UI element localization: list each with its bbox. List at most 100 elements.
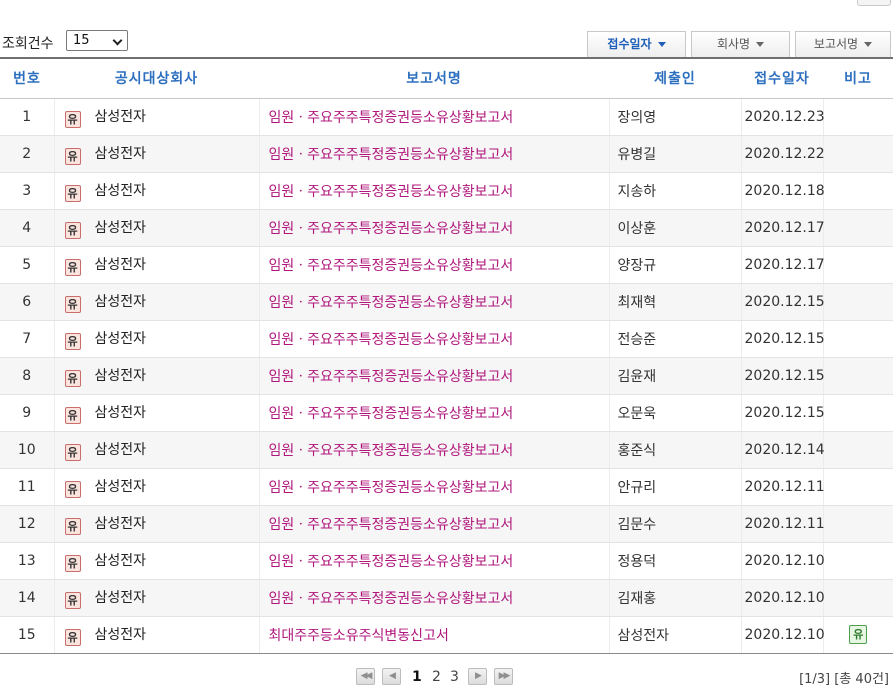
report-link[interactable]: 임원ㆍ주요주주특정증권등소유상황보고서 <box>269 147 514 163</box>
report-link[interactable]: 임원ㆍ주요주주특정증권등소유상황보고서 <box>269 517 514 533</box>
company-name[interactable]: 삼성전자 <box>95 442 147 458</box>
date-cell: 2020.12.15 <box>740 394 825 432</box>
company-name[interactable]: 삼성전자 <box>95 553 147 569</box>
note-cell <box>822 505 893 543</box>
company-name[interactable]: 삼성전자 <box>95 257 147 273</box>
date-cell: 2020.12.11 <box>740 468 825 506</box>
company-cell: 유 삼성전자 <box>53 357 259 395</box>
company-name[interactable]: 삼성전자 <box>95 146 147 162</box>
date-cell: 2020.12.18 <box>740 172 825 210</box>
next-page-icon[interactable]: ▶ <box>468 668 487 685</box>
table-row: 12 유 삼성전자 임원ㆍ주요주주특정증권등소유상황보고서 김문수 2020.12.11 <box>0 505 893 543</box>
company-name[interactable]: 삼성전자 <box>95 516 147 532</box>
report-link[interactable]: 임원ㆍ주요주주특정증권등소유상황보고서 <box>269 369 514 385</box>
company-cell: 유 삼성전자 <box>53 579 259 617</box>
header-number: 번호 <box>0 57 54 99</box>
date-cell: 2020.12.10 <box>740 616 825 654</box>
report-link[interactable]: 최대주주등소유주식변동신고서 <box>269 628 449 644</box>
company-name[interactable]: 삼성전자 <box>95 405 147 421</box>
report-link[interactable]: 임원ㆍ주요주주특정증권등소유상황보고서 <box>269 184 514 200</box>
table-row: 9 유 삼성전자 임원ㆍ주요주주특정증권등소유상황보고서 오문욱 2020.12.15 <box>0 394 893 432</box>
sort-by-report-label: 보고서명 <box>813 37 859 51</box>
table-row: 15 유 삼성전자 최대주주등소유주식변동신고서 삼성전자 2020.12.10 유 <box>0 616 893 654</box>
submitter-cell: 장의영 <box>608 98 741 136</box>
company-cell: 유 삼성전자 <box>53 431 259 469</box>
sort-by-report-button[interactable]: 보고서명 <box>795 31 891 57</box>
count-select-value: 15 <box>73 33 90 48</box>
market-badge-icon: 유 <box>64 295 81 313</box>
date-cell: 2020.12.15 <box>740 320 825 358</box>
report-link[interactable]: 임원ㆍ주요주주특정증권등소유상황보고서 <box>269 443 514 459</box>
row-number: 4 <box>0 209 54 247</box>
report-link[interactable]: 임원ㆍ주요주주특정증권등소유상황보고서 <box>269 110 514 126</box>
market-badge-icon: 유 <box>64 443 81 461</box>
prev-page-icon[interactable]: ◀ <box>382 668 401 685</box>
company-name[interactable]: 삼성전자 <box>95 368 147 384</box>
row-number: 5 <box>0 246 54 284</box>
submitter-cell: 김재홍 <box>608 579 741 617</box>
report-link[interactable]: 임원ㆍ주요주주특정증권등소유상황보고서 <box>269 258 514 274</box>
company-cell: 유 삼성전자 <box>53 209 259 247</box>
note-cell: 유 <box>822 616 893 654</box>
company-cell: 유 삼성전자 <box>53 616 259 654</box>
company-name[interactable]: 삼성전자 <box>95 109 147 125</box>
report-cell: 임원ㆍ주요주주특정증권등소유상황보고서 <box>258 246 609 284</box>
table-row: 4 유 삼성전자 임원ㆍ주요주주특정증권등소유상황보고서 이상훈 2020.12.17 <box>0 209 893 247</box>
row-number: 7 <box>0 320 54 358</box>
company-cell: 유 삼성전자 <box>53 246 259 284</box>
top-corner-button[interactable] <box>857 0 891 6</box>
page-3[interactable]: 3 <box>450 668 459 686</box>
market-badge-icon: 유 <box>64 110 81 128</box>
market-badge-icon: 유 <box>64 554 81 572</box>
note-cell <box>822 172 893 210</box>
table-row: 11 유 삼성전자 임원ㆍ주요주주특정증권등소유상황보고서 안규리 2020.12.11 <box>0 468 893 506</box>
company-name[interactable]: 삼성전자 <box>95 590 147 606</box>
note-cell <box>822 357 893 395</box>
report-link[interactable]: 임원ㆍ주요주주특정증권등소유상황보고서 <box>269 554 514 570</box>
company-name[interactable]: 삼성전자 <box>95 627 147 643</box>
report-link[interactable]: 임원ㆍ주요주주특정증권등소유상황보고서 <box>269 295 514 311</box>
company-name[interactable]: 삼성전자 <box>95 331 147 347</box>
header-note: 비고 <box>823 57 893 99</box>
row-number: 12 <box>0 505 54 543</box>
page-2[interactable]: 2 <box>432 668 441 686</box>
report-link[interactable]: 임원ㆍ주요주주특정증권등소유상황보고서 <box>269 591 514 607</box>
company-cell: 유 삼성전자 <box>53 283 259 321</box>
company-name[interactable]: 삼성전자 <box>95 183 147 199</box>
list-toolbar: 조회건수 15 접수일자 회사명 보고서명 <box>0 29 893 57</box>
report-link[interactable]: 임원ㆍ주요주주특정증권등소유상황보고서 <box>269 221 514 237</box>
header-report: 보고서명 <box>259 57 609 99</box>
report-link[interactable]: 임원ㆍ주요주주특정증권등소유상황보고서 <box>269 332 514 348</box>
sort-triangle-icon <box>657 42 666 47</box>
report-link[interactable]: 임원ㆍ주요주주특정증권등소유상황보고서 <box>269 480 514 496</box>
last-page-icon[interactable]: ▶▶ <box>494 668 513 685</box>
company-name[interactable]: 삼성전자 <box>95 479 147 495</box>
date-cell: 2020.12.15 <box>740 283 825 321</box>
date-cell: 2020.12.10 <box>740 579 825 617</box>
company-name[interactable]: 삼성전자 <box>95 294 147 310</box>
market-badge-icon: 유 <box>64 591 81 609</box>
sort-by-date-button[interactable]: 접수일자 <box>587 31 686 57</box>
note-badge: 유 <box>849 625 868 644</box>
sort-by-company-button[interactable]: 회사명 <box>691 31 790 57</box>
market-badge-icon: 유 <box>64 517 81 535</box>
company-name[interactable]: 삼성전자 <box>95 220 147 236</box>
sort-triangle-icon <box>864 42 873 47</box>
market-badge-icon: 유 <box>64 184 81 202</box>
report-link[interactable]: 임원ㆍ주요주주특정증권등소유상황보고서 <box>269 406 514 422</box>
company-cell: 유 삼성전자 <box>53 542 259 580</box>
note-cell <box>822 579 893 617</box>
page-1[interactable]: 1 <box>412 668 422 686</box>
market-badge-icon: 유 <box>64 221 81 239</box>
report-cell: 임원ㆍ주요주주특정증권등소유상황보고서 <box>258 135 609 173</box>
submitter-cell: 정용덕 <box>608 542 741 580</box>
sort-by-date-label: 접수일자 <box>607 37 652 51</box>
company-cell: 유 삼성전자 <box>53 172 259 210</box>
report-cell: 임원ㆍ주요주주특정증권등소유상황보고서 <box>258 98 609 136</box>
first-page-icon[interactable]: ◀◀ <box>356 668 375 685</box>
submitter-cell: 김문수 <box>608 505 741 543</box>
report-cell: 임원ㆍ주요주주특정증권등소유상황보고서 <box>258 172 609 210</box>
count-select[interactable]: 15 <box>66 30 128 51</box>
date-cell: 2020.12.10 <box>740 542 825 580</box>
count-label: 조회건수 <box>2 36 54 52</box>
